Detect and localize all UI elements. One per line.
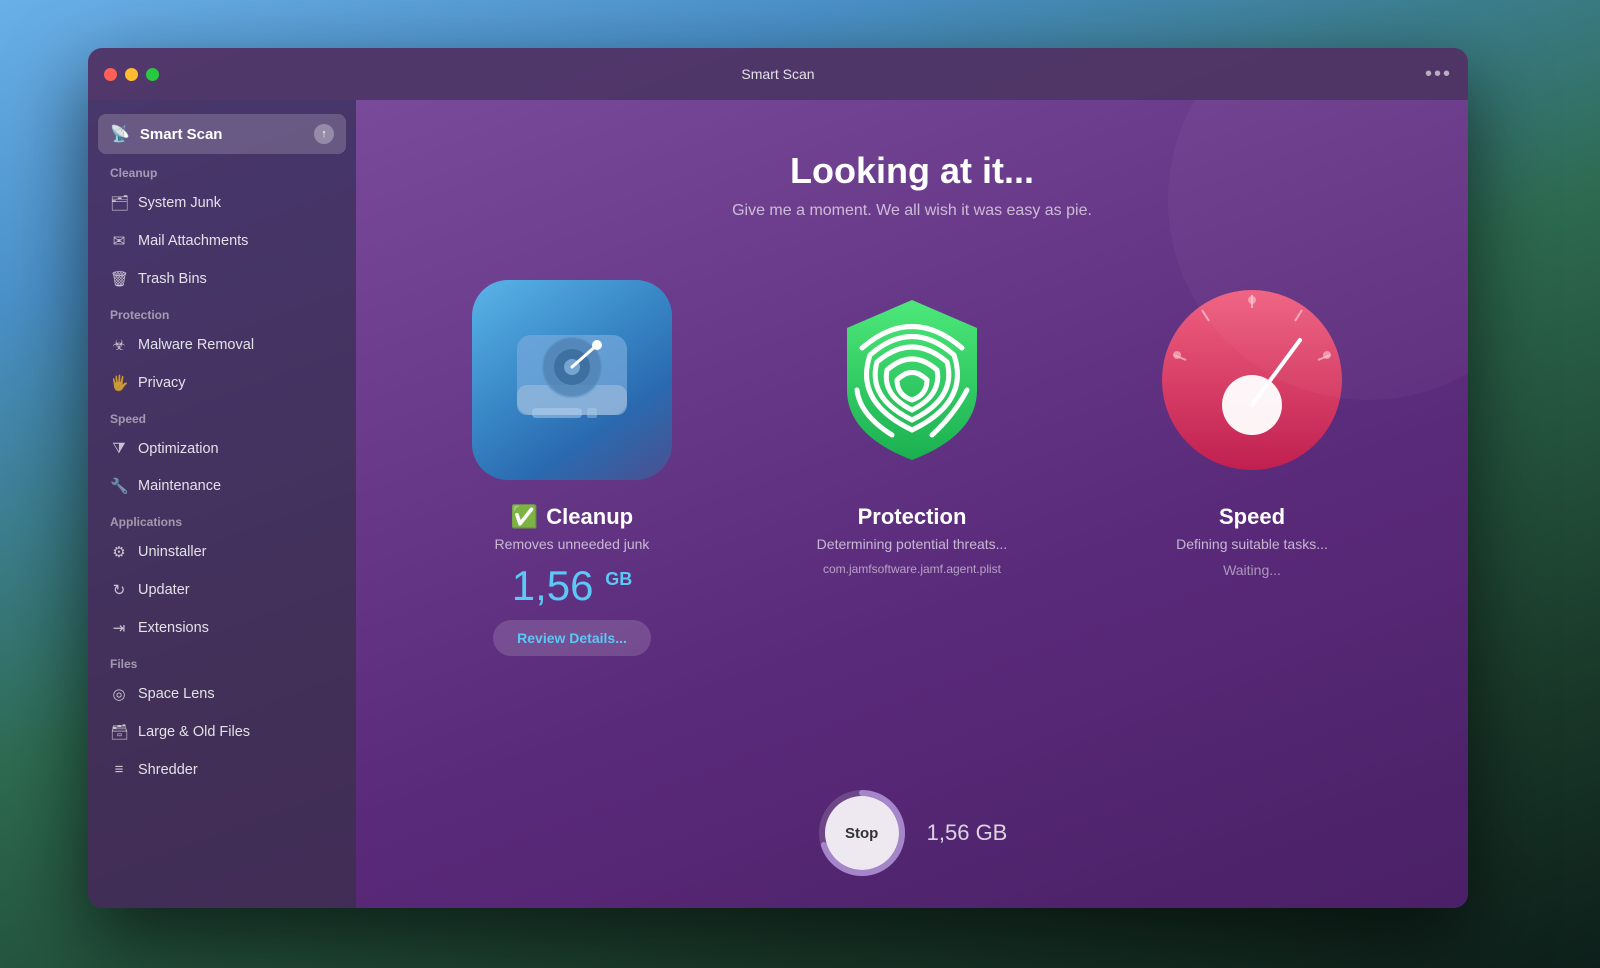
malware-removal-icon: ☣ bbox=[110, 336, 128, 354]
protection-icon-wrap bbox=[812, 280, 1012, 480]
card-speed: Speed Defining suitable tasks... Waiting… bbox=[1102, 280, 1402, 578]
system-junk-icon: 🗂 bbox=[110, 194, 128, 212]
cleanup-title: Cleanup bbox=[546, 504, 633, 530]
smart-scan-icon: 📡 bbox=[110, 124, 130, 144]
shield-svg bbox=[812, 280, 1012, 480]
minimize-button[interactable] bbox=[125, 68, 138, 81]
main-layout: 📡 Smart Scan ↑ Cleanup 🗂 System Junk ✉ M… bbox=[88, 100, 1468, 908]
protection-title: Protection bbox=[858, 504, 967, 530]
speed-icon-wrap bbox=[1152, 280, 1352, 480]
large-old-files-label: Large & Old Files bbox=[138, 724, 250, 740]
optimization-icon: ⧩ bbox=[110, 440, 128, 457]
speed-waiting: Waiting... bbox=[1223, 562, 1281, 578]
card-cleanup: ✅ Cleanup Removes unneeded junk 1,56 GB … bbox=[422, 280, 722, 656]
review-details-button[interactable]: Review Details... bbox=[493, 620, 651, 656]
cleanup-size: 1,56 GB bbox=[512, 562, 632, 610]
shredder-label: Shredder bbox=[138, 762, 198, 778]
updater-icon: ↻ bbox=[110, 581, 128, 599]
uninstaller-icon: ⚙ bbox=[110, 543, 128, 561]
cleanup-title-row: ✅ Cleanup bbox=[511, 504, 633, 530]
large-old-files-icon: 🗃 bbox=[110, 723, 128, 741]
sidebar-item-maintenance[interactable]: 🔧 Maintenance bbox=[98, 468, 346, 504]
mail-attachments-icon: ✉ bbox=[110, 232, 128, 250]
card-protection: Protection Determining potential threats… bbox=[762, 280, 1062, 586]
content-subheading: Give me a moment. We all wish it was eas… bbox=[732, 202, 1092, 220]
section-files: Files bbox=[88, 647, 356, 675]
shredder-icon: ≡ bbox=[110, 761, 128, 778]
maintenance-label: Maintenance bbox=[138, 478, 221, 494]
cleanup-subtitle: Removes unneeded junk bbox=[495, 536, 650, 552]
content-heading: Looking at it... bbox=[790, 150, 1034, 192]
app-window: Smart Scan ••• 📡 Smart Scan ↑ Cleanup 🗂 … bbox=[88, 48, 1468, 908]
bottom-bar: Stop 1,56 GB bbox=[817, 788, 1008, 878]
section-protection: Protection bbox=[88, 298, 356, 326]
protection-subtitle: Determining potential threats... bbox=[817, 536, 1008, 552]
speed-subtitle: Defining suitable tasks... bbox=[1176, 536, 1328, 552]
sidebar-item-smart-scan[interactable]: 📡 Smart Scan ↑ bbox=[98, 114, 346, 154]
window-title: Smart Scan bbox=[741, 66, 814, 82]
hdd-svg bbox=[502, 310, 642, 450]
speedometer-svg bbox=[1152, 280, 1352, 480]
section-cleanup: Cleanup bbox=[88, 156, 356, 184]
speed-title: Speed bbox=[1219, 504, 1285, 530]
more-options-button[interactable]: ••• bbox=[1425, 63, 1452, 86]
titlebar: Smart Scan ••• bbox=[88, 48, 1468, 100]
smart-scan-label: Smart Scan bbox=[140, 126, 223, 143]
sidebar-item-malware-removal[interactable]: ☣ Malware Removal bbox=[98, 327, 346, 363]
section-speed: Speed bbox=[88, 402, 356, 430]
updater-label: Updater bbox=[138, 582, 190, 598]
content-area: Looking at it... Give me a moment. We al… bbox=[356, 100, 1468, 908]
sidebar: 📡 Smart Scan ↑ Cleanup 🗂 System Junk ✉ M… bbox=[88, 100, 356, 908]
stop-button[interactable]: Stop bbox=[825, 796, 899, 870]
space-lens-icon: ◎ bbox=[110, 685, 128, 703]
sidebar-item-optimization[interactable]: ⧩ Optimization bbox=[98, 431, 346, 466]
protection-title-row: Protection bbox=[858, 504, 967, 530]
sidebar-item-privacy[interactable]: 🖐 Privacy bbox=[98, 365, 346, 401]
bottom-size-label: 1,56 GB bbox=[927, 820, 1008, 846]
optimization-label: Optimization bbox=[138, 441, 219, 457]
sidebar-item-uninstaller[interactable]: ⚙ Uninstaller bbox=[98, 534, 346, 570]
sidebar-item-system-junk[interactable]: 🗂 System Junk bbox=[98, 185, 346, 221]
trash-bins-label: Trash Bins bbox=[138, 271, 207, 287]
sidebar-item-mail-attachments[interactable]: ✉ Mail Attachments bbox=[98, 223, 346, 259]
space-lens-label: Space Lens bbox=[138, 686, 215, 702]
sidebar-item-large-old-files[interactable]: 🗃 Large & Old Files bbox=[98, 714, 346, 750]
sidebar-item-updater[interactable]: ↻ Updater bbox=[98, 572, 346, 608]
speed-title-row: Speed bbox=[1219, 504, 1285, 530]
uninstaller-label: Uninstaller bbox=[138, 544, 207, 560]
extensions-label: Extensions bbox=[138, 620, 209, 636]
close-button[interactable] bbox=[104, 68, 117, 81]
cards-row: ✅ Cleanup Removes unneeded junk 1,56 GB … bbox=[396, 280, 1428, 656]
protection-file: com.jamfsoftware.jamf.agent.plist bbox=[823, 562, 1001, 576]
maximize-button[interactable] bbox=[146, 68, 159, 81]
cleanup-check-icon: ✅ bbox=[511, 504, 538, 530]
smart-scan-badge: ↑ bbox=[314, 124, 334, 144]
sidebar-item-space-lens[interactable]: ◎ Space Lens bbox=[98, 676, 346, 712]
section-applications: Applications bbox=[88, 505, 356, 533]
extensions-icon: ⇥ bbox=[110, 619, 128, 637]
traffic-lights bbox=[104, 68, 159, 81]
sidebar-item-extensions[interactable]: ⇥ Extensions bbox=[98, 610, 346, 646]
sidebar-item-trash-bins[interactable]: 🗑 Trash Bins bbox=[98, 261, 346, 297]
mail-attachments-label: Mail Attachments bbox=[138, 233, 248, 249]
privacy-label: Privacy bbox=[138, 375, 186, 391]
privacy-icon: 🖐 bbox=[110, 374, 128, 392]
cleanup-icon-wrap bbox=[472, 280, 672, 480]
stop-circle: Stop bbox=[817, 788, 907, 878]
sidebar-item-shredder[interactable]: ≡ Shredder bbox=[98, 752, 346, 787]
malware-removal-label: Malware Removal bbox=[138, 337, 254, 353]
trash-bins-icon: 🗑 bbox=[110, 270, 128, 288]
maintenance-icon: 🔧 bbox=[110, 477, 128, 495]
system-junk-label: System Junk bbox=[138, 195, 221, 211]
